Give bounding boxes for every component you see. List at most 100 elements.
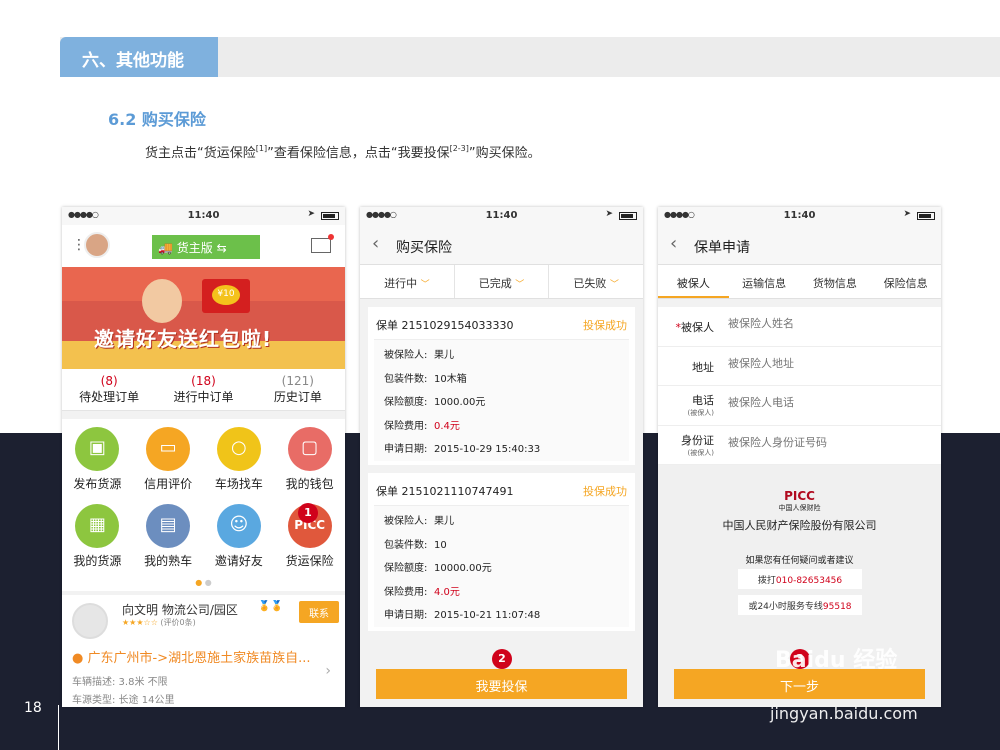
row-value: 2015-10-21 11:07:48 (434, 610, 541, 621)
row-key: 保险费用: (384, 586, 428, 598)
app-header: ⋮ 🚚 货主版 ⇆ (62, 225, 345, 267)
app-logo[interactable]: 🚚 货主版 ⇆ (152, 235, 260, 259)
battery-icon (917, 212, 935, 220)
vehicle-desc: 车辆描述: 3.8米 不限 (72, 677, 168, 688)
order-label: 历史订单 (273, 390, 322, 404)
grid-label: 信用评价 (144, 477, 193, 491)
row-key: 包装件数: (384, 373, 428, 385)
order-in-progress[interactable]: (18) 进行中订单 (156, 369, 250, 410)
buy-insurance-button[interactable]: 我要投保 (376, 669, 627, 699)
policy-row: 申请日期: 2015-10-21 11:07:48 (374, 600, 629, 624)
battery-icon (619, 212, 637, 220)
insured-address-input[interactable] (728, 356, 928, 370)
grid-label: 发布货源 (73, 477, 122, 491)
contact-button[interactable]: 联系 (299, 601, 339, 623)
route-label: 广东广州市->湖北恩施土家族苗族自... (87, 651, 311, 666)
application-tabs: 被保人 运输信息 货物信息 保险信息 (658, 265, 941, 299)
hotline-box[interactable]: 拨打010-82653456 (738, 569, 862, 589)
status-bar: ●●●●○ 11:40 ➤ (360, 207, 643, 225)
people-icon: ☺ (216, 504, 261, 548)
chevron-down-icon: ﹀ (420, 280, 430, 290)
nav-title: 购买保险 (396, 240, 452, 256)
watermark-url: jingyan.baidu.com (770, 704, 918, 723)
cargo-card[interactable]: 向文明 物流公司/园区 ★★★☆☆ (评价0条) 🏅🏅 联系 ● 广东广州市->… (62, 595, 345, 707)
form-row-address: 地址 (658, 347, 941, 386)
page-number: 18 (24, 700, 42, 716)
policy-row: 申请日期: 2015-10-29 15:40:33 (374, 434, 629, 458)
back-icon[interactable]: ‹ (372, 233, 379, 254)
status-time: 11:40 (187, 210, 220, 221)
field-sublabel: (被保人) (687, 448, 714, 457)
desc-part2: ”查看保险信息，点击“我要投保 (267, 146, 450, 161)
policy-row: 保险额度: 10000.00元 (374, 553, 629, 577)
promo-banner[interactable]: ¥10 邀请好友送红包啦! (62, 267, 345, 369)
grid-row: ▣ 发布货源 ▭ 信用评价 ○ 车场找车 ▢ 我的钱包 (62, 427, 345, 504)
row-value: 10木箱 (434, 373, 467, 385)
route-text: ● 广东广州市->湖北恩施土家族苗族自... (72, 651, 311, 666)
tab-cargo[interactable]: 货物信息 (800, 265, 871, 298)
battery-icon (321, 212, 339, 220)
logo-label: 货主版 (176, 241, 213, 255)
policy-card[interactable]: 保单 2151021110747491 投保成功 被保险人: 果儿 包装件数: 10… (368, 473, 635, 631)
card-name: 向文明 物流公司/园区 (122, 603, 238, 617)
grid-item-my-trucks[interactable]: ▤ 我的熟车 (133, 504, 204, 581)
policy-row: 包装件数: 10木箱 (374, 364, 629, 388)
service-box[interactable]: 或24小时服务专线95518 (738, 595, 862, 615)
source-type: 车源类型: 长途 14公里 (72, 695, 175, 706)
chevron-right-icon: › (325, 663, 331, 679)
box-icon: ▣ (75, 427, 120, 471)
location-icon: ➤ (307, 209, 315, 219)
policy-row: 保险费用: 0.4元 (374, 411, 629, 435)
row-key: 保险费用: (384, 420, 428, 432)
search-icon: ○ (216, 427, 261, 471)
tab-insured[interactable]: 被保人 (658, 265, 729, 298)
field-sublabel: (被保人) (687, 409, 714, 417)
desc-part1: 货主点击“货运保险 (145, 146, 256, 161)
order-count: (121) (281, 374, 314, 388)
order-history[interactable]: (121) 历史订单 (251, 369, 345, 410)
hotline-number: 010-82653456 (775, 576, 843, 586)
row-key: 申请日期: (384, 610, 428, 621)
grid-item-my-cargo[interactable]: ▦ 我的货源 (62, 504, 133, 581)
grid-item-wallet[interactable]: ▢ 我的钱包 (274, 427, 345, 504)
grid-item-publish-cargo[interactable]: ▣ 发布货源 (62, 427, 133, 504)
tab-insurance[interactable]: 保险信息 (870, 265, 941, 298)
filter-label: 进行中 (384, 277, 418, 290)
picc-logo: PICC (784, 489, 815, 503)
filter-label: 已完成 (478, 277, 512, 290)
row-key: 申请日期: (384, 444, 428, 455)
insured-id-input[interactable] (728, 435, 928, 449)
desc-ref1: [1] (255, 144, 268, 153)
status-time: 11:40 (783, 210, 816, 221)
boxes-icon: ▦ (75, 504, 120, 548)
grid-label: 邀请好友 (214, 554, 263, 568)
form-row-phone: 电话 (被保人) (658, 386, 941, 426)
chevron-down-icon: ﹀ (609, 280, 619, 290)
status-filters: 进行中 ﹀ 已完成 ﹀ 已失败 ﹀ (360, 265, 643, 299)
location-icon: ➤ (605, 209, 613, 219)
grid-item-invite-friends[interactable]: ☺ 邀请好友 (204, 504, 275, 581)
back-icon[interactable]: ‹ (670, 233, 677, 254)
policy-card[interactable]: 保单 2151029154033330 投保成功 被保险人: 果儿 包装件数: 10… (368, 307, 635, 465)
policy-row: 保险额度: 1000.00元 (374, 387, 629, 411)
policy-number: 保单 2151029154033330 (376, 319, 514, 332)
policy-row: 包装件数: 10 (374, 530, 629, 554)
row-value: 0.4元 (434, 420, 460, 432)
insured-name-input[interactable] (728, 317, 928, 330)
order-pending[interactable]: (8) 待处理订单 (62, 369, 156, 410)
step-badge-1: 1 (298, 503, 318, 523)
mail-icon[interactable] (311, 238, 331, 253)
company-name: 中国人民财产保险股份有限公司 (722, 519, 877, 532)
avatar[interactable] (84, 232, 110, 258)
grid-item-find-truck[interactable]: ○ 车场找车 (204, 427, 275, 504)
filter-in-progress[interactable]: 进行中 ﹀ (360, 265, 455, 298)
insured-phone-input[interactable] (728, 396, 928, 409)
field-label-text: 身份证 (681, 433, 714, 447)
filter-completed[interactable]: 已完成 ﹀ (455, 265, 550, 298)
tab-transport[interactable]: 运输信息 (729, 265, 800, 298)
grid-item-credit-review[interactable]: ▭ 信用评价 (133, 427, 204, 504)
filter-failed[interactable]: 已失败 ﹀ (549, 265, 643, 298)
order-label: 待处理订单 (79, 390, 140, 404)
slide: 六、其他功能 6.2 购买保险 货主点击“货运保险[1]”查看保险信息，点击“我… (0, 0, 1000, 750)
policy-details: 被保险人: 果儿 包装件数: 10 保险额度: 10000.00元 保险费用: 4.0元… (374, 505, 629, 627)
